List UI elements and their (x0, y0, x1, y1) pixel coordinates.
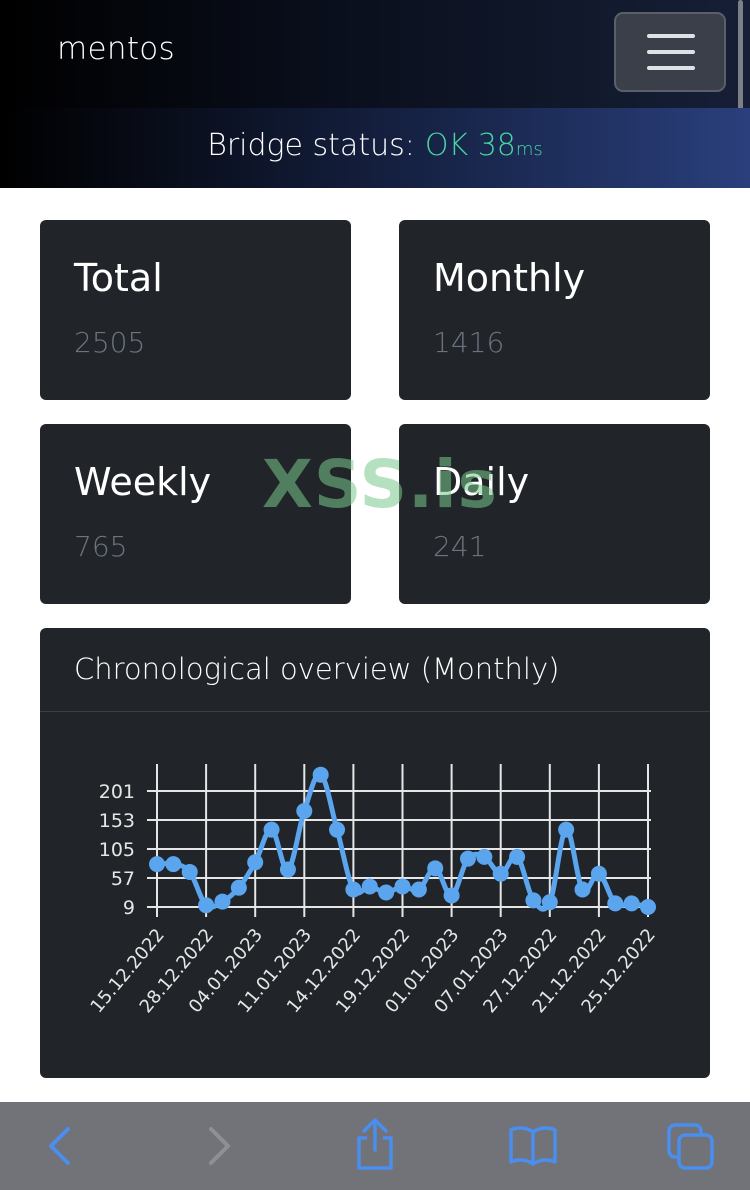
weekly-card-value: 765 (74, 530, 128, 563)
menu-toggle-button[interactable] (614, 12, 726, 92)
data-point (230, 879, 247, 896)
bridge-status-state: OK (424, 128, 469, 163)
data-point (279, 861, 296, 878)
data-point (541, 894, 558, 911)
data-point (247, 854, 264, 871)
data-point (198, 897, 215, 914)
y-tick-label: 57 (111, 868, 135, 890)
y-tick-label: 9 (123, 897, 135, 919)
bridge-status-latency: 38 (477, 128, 516, 163)
data-point (296, 802, 313, 819)
data-point (263, 821, 280, 838)
back-arrow-icon[interactable] (44, 1126, 76, 1166)
share-icon[interactable] (352, 1116, 398, 1172)
total-card-title: Total (74, 256, 163, 300)
tabs-icon[interactable] (666, 1122, 716, 1172)
line-chart: 20115310557915.12.202228.12.202204.01.20… (86, 764, 660, 1017)
data-point (607, 895, 624, 912)
y-tick-label: 201 (99, 781, 135, 803)
total-card-value: 2505 (74, 326, 146, 359)
y-tick-label: 153 (99, 810, 135, 832)
data-point (476, 848, 493, 865)
y-tick-label: 105 (99, 839, 135, 861)
data-point (181, 863, 198, 880)
data-point (509, 848, 526, 865)
watermark: XSS.is (262, 446, 498, 523)
data-point (574, 881, 591, 898)
data-point (459, 850, 476, 867)
navbar: mentos (0, 0, 750, 108)
data-point (149, 856, 165, 873)
forward-arrow-icon[interactable] (203, 1126, 235, 1166)
data-point (443, 887, 460, 904)
bridge-status-unit: ms (515, 139, 543, 160)
bookmarks-icon[interactable] (508, 1124, 558, 1168)
chart-card: Chronological overview (Monthly) 201 153 1… (40, 628, 710, 1078)
monthly-card: Monthly 1416 (399, 220, 710, 400)
bridge-status-line: Bridge status: OK 38ms (0, 128, 750, 163)
monthly-card-value: 1416 (433, 326, 505, 359)
data-point (492, 865, 509, 882)
brand-name[interactable]: mentos (57, 31, 175, 67)
bridge-status-label: Bridge status: (207, 128, 415, 163)
data-point (558, 821, 575, 838)
weekly-card-title: Weekly (74, 460, 212, 504)
data-point (361, 878, 378, 895)
data-point (345, 881, 362, 898)
monthly-card-title: Monthly (433, 256, 586, 300)
data-point (329, 821, 346, 838)
bridge-status-bar: Bridge status: OK 38ms (0, 108, 750, 188)
data-point (394, 878, 411, 895)
data-point (590, 865, 607, 882)
total-card: Total 2505 (40, 220, 351, 400)
browser-toolbar (0, 1102, 750, 1190)
data-point (427, 860, 444, 877)
data-point (410, 881, 427, 898)
data-point (525, 892, 542, 909)
daily-card-value: 241 (433, 530, 487, 563)
data-point (640, 899, 656, 915)
data-point (378, 884, 395, 901)
data-point (165, 856, 182, 873)
data-point (312, 766, 329, 783)
data-point (623, 895, 640, 912)
data-point (214, 893, 231, 910)
